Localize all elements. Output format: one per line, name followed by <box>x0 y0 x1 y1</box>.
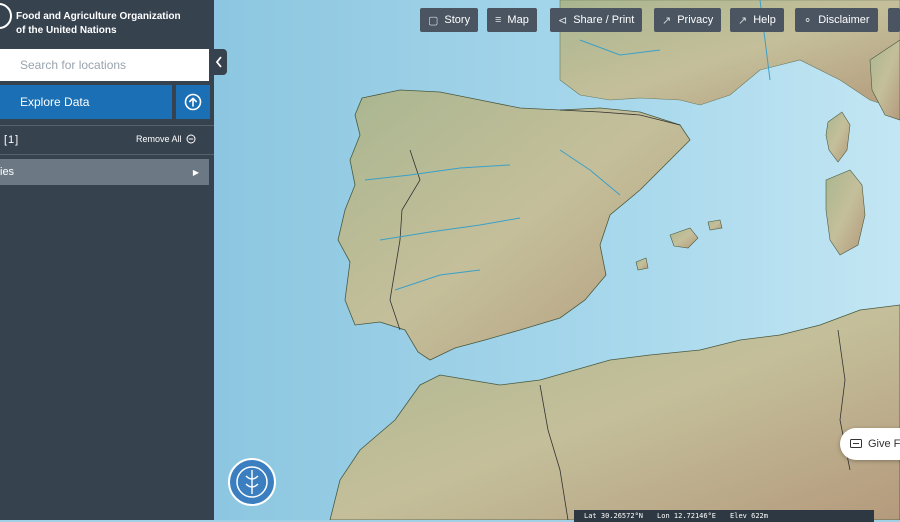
remove-all-label: Remove All <box>136 134 182 144</box>
sliders-icon: ≡ <box>495 14 502 26</box>
latitude-readout: Lat 30.26572°N <box>584 512 644 520</box>
divider <box>0 125 214 126</box>
explore-data-button[interactable]: Explore Data <box>0 85 172 119</box>
fao-logo-icon <box>0 3 12 29</box>
disclaimer-button[interactable]: ⚬ Disclaimer <box>795 8 878 32</box>
chat-icon <box>850 438 862 448</box>
remove-all-button[interactable]: Remove All <box>136 134 196 144</box>
share-icon: ⊲ <box>558 14 568 27</box>
help-label: Help <box>753 14 776 26</box>
help-button[interactable]: ↗ Help <box>730 8 784 32</box>
list-item-label: ies <box>0 166 15 178</box>
explore-data-label: Explore Data <box>20 95 90 109</box>
search-input[interactable] <box>0 49 209 81</box>
divider <box>0 154 214 155</box>
elevation-readout: Elev 622m <box>730 512 768 520</box>
disclaimer-label: Disclaimer <box>818 14 870 26</box>
share-print-label: Share / Print <box>573 14 635 26</box>
map-button[interactable]: ≡ Map <box>487 8 537 32</box>
give-feedback-label: Give F <box>868 438 900 450</box>
map-label: Map <box>507 14 529 26</box>
privacy-button[interactable]: ↗ Privacy <box>654 8 722 32</box>
land-menorca <box>707 219 723 231</box>
external-link-icon: ↗ <box>738 14 748 27</box>
list-item[interactable]: ies ▶ <box>0 159 209 185</box>
upload-icon <box>184 93 202 111</box>
map-canvas[interactable] <box>214 0 900 520</box>
sidebar: Food and Agriculture Organization of the… <box>0 0 214 520</box>
collapse-sidebar-button[interactable] <box>211 49 227 75</box>
fao-badge <box>228 458 276 506</box>
org-name-line2: of the United Nations <box>16 25 117 36</box>
terrain-map <box>214 0 900 520</box>
give-feedback-button[interactable]: Give F <box>840 428 900 460</box>
org-name-line1: Food and Agriculture Organization <box>16 11 181 22</box>
upload-button[interactable] <box>176 85 210 119</box>
privacy-label: Privacy <box>677 14 714 26</box>
remove-circle-icon <box>186 134 196 144</box>
brand-header: Food and Agriculture Organization of the… <box>0 0 214 44</box>
chevron-left-icon <box>215 56 222 68</box>
external-link-icon: ↗ <box>662 14 672 27</box>
story-icon: ▢ <box>428 14 439 27</box>
coordinates-readout: Lat 30.26572°N Lon 12.72146°E Elev 622m <box>574 510 874 522</box>
chevron-right-icon: ▶ <box>192 167 199 177</box>
more-button[interactable] <box>888 8 900 32</box>
longitude-readout: Lon 12.72146°E <box>657 512 717 520</box>
selection-count: [1] <box>4 134 20 146</box>
share-print-button[interactable]: ⊲ Share / Print <box>550 8 643 32</box>
story-label: Story <box>444 14 471 26</box>
fao-emblem-icon <box>236 466 268 498</box>
info-icon: ⚬ <box>803 14 813 27</box>
story-button[interactable]: ▢ Story <box>420 8 479 32</box>
